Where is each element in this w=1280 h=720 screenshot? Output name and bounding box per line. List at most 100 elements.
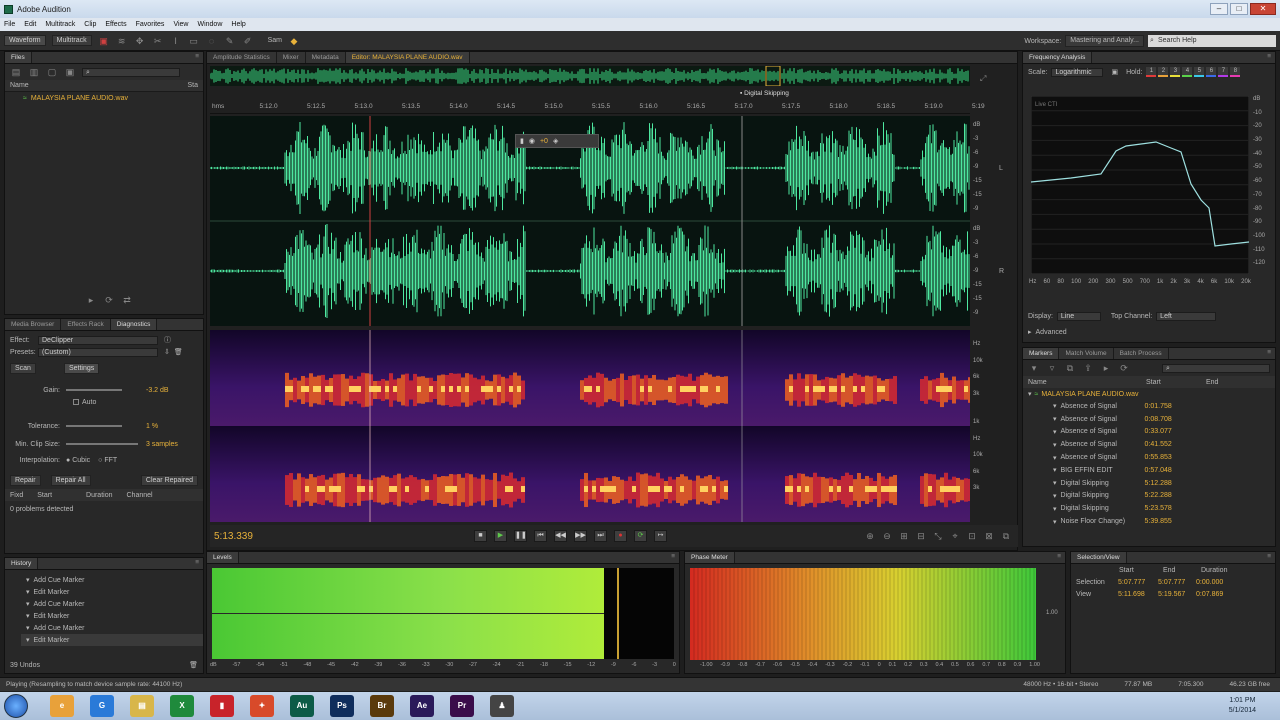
add-marker-icon[interactable]: ▾ [1028,362,1040,374]
zoom-out-time-icon[interactable]: ⊟ [915,530,927,542]
zoom-in-time-icon[interactable]: ⊞ [898,530,910,542]
skip-button[interactable]: ↦ [654,530,667,542]
repair-all-button[interactable]: Repair All [50,474,91,486]
selection-start[interactable]: 5:07.777 [1118,579,1158,586]
multitrack-view-button[interactable]: Multitrack [51,35,92,46]
cubic-radio[interactable]: ● [66,457,70,464]
taskbar-app-icon[interactable]: Ps [330,695,354,717]
zoom-full-icon[interactable]: ⤢ [980,74,986,84]
taskbar-app-icon[interactable]: Pr [450,695,474,717]
zoom-selection-icon[interactable]: ⊡ [966,530,978,542]
hud-meter-icon[interactable]: ▮ [520,137,524,145]
marquee-tool-icon[interactable]: ▭ [188,35,200,47]
import-icon[interactable]: ▥ [28,66,40,78]
history-item[interactable]: ▾ Add Cue Marker [21,598,203,610]
delete-marker-icon[interactable]: ▿ [1046,362,1058,374]
marker-flag[interactable]: ▪ Digital Skipping [740,90,789,97]
hud-pin-icon[interactable]: ◈ [553,137,558,145]
min-clip-value[interactable]: 3 samples [146,441,178,448]
scan-selection-icon[interactable]: ▣ [1111,68,1118,76]
settings-button[interactable]: Settings [63,362,100,374]
loop-button[interactable]: ⟳ [634,530,647,542]
marker-row[interactable]: ▾ Digital Skipping 5:12.288 [1023,477,1275,490]
markers-search-input[interactable]: ⌕ [1162,363,1270,373]
marker-row[interactable]: ▾ Absence of Signal 0:55.853 [1023,451,1275,464]
razor-tool-icon[interactable]: ✂ [152,35,164,47]
marker-row[interactable]: ▾ Absence of Signal 0:08.708 [1023,413,1275,426]
tab-phase-meter[interactable]: Phase Meter [685,552,735,563]
taskbar-app-icon[interactable]: X [170,695,194,717]
pause-button[interactable]: ❚❚ [514,530,527,542]
maximize-button[interactable]: □ [1230,3,1248,15]
info-icon[interactable]: ⓘ [164,335,171,345]
tab-metadata[interactable]: Metadata [306,52,346,63]
zoom-in-amplitude-icon[interactable]: ⊕ [864,530,876,542]
marker-row[interactable]: ▾ Absence of Signal 0:41.552 [1023,438,1275,451]
marker-start[interactable]: 0:57.048 [1145,467,1172,474]
tab-amplitude-statistics[interactable]: Amplitude Statistics [207,52,277,63]
history-item[interactable]: ▾ Add Cue Marker [21,574,203,586]
marker-row[interactable]: ▾ Noise Floor Change) 5:39.855 [1023,515,1275,528]
marker-row[interactable]: ▾ BIG EFFIN EDIT 0:57.048 [1023,464,1275,477]
marker-start[interactable]: 0:55.853 [1145,454,1172,461]
tab-levels[interactable]: Levels [207,552,239,563]
zoom-in-point-icon[interactable]: ⌖ [949,530,961,542]
column-duration[interactable]: Duration [86,492,112,499]
advanced-label[interactable]: Advanced [1036,329,1067,336]
top-channel-select[interactable]: Left [1156,311,1217,321]
frequency-graph[interactable]: Live CTI [1031,96,1249,274]
tab-frequency-analysis[interactable]: Frequency Analysis [1023,52,1093,63]
panel-menu-icon[interactable]: ≡ [191,52,203,63]
tab-match-volume[interactable]: Match Volume [1059,348,1114,359]
column-status[interactable]: Sta [187,82,198,89]
column-name[interactable]: Name [1028,379,1146,386]
zoom-value-icon[interactable]: ◆ [288,35,300,47]
marker-row[interactable]: ▾ Absence of Signal 0:01.758 [1023,400,1275,413]
loop-marker-icon[interactable]: ⟳ [1118,362,1130,374]
files-search-input[interactable]: ⌕ [82,67,180,77]
brush-tool-icon[interactable]: ✎ [224,35,236,47]
system-clock[interactable]: 1:01 PM 5/1/2014 [1229,696,1256,716]
marker-start[interactable]: 5:23.578 [1145,505,1172,512]
play-button[interactable]: ▶ [494,530,507,542]
tolerance-slider[interactable] [66,425,122,427]
tolerance-value[interactable]: 1 % [146,423,158,430]
selection-duration[interactable]: 0:00.000 [1196,579,1223,586]
delete-history-icon[interactable]: 🗑 [189,661,198,669]
spectral-frequency-display[interactable] [210,330,970,522]
column-name[interactable]: Name [10,82,29,89]
menu-multitrack[interactable]: Multitrack [45,21,75,28]
pitch-display-icon[interactable]: ≋ [116,35,128,47]
menu-view[interactable]: View [173,21,188,28]
channel-right-label[interactable]: R [999,268,1004,275]
tab-history[interactable]: History [5,558,39,569]
marker-row[interactable]: ▾ Digital Skipping 5:23.578 [1023,502,1275,515]
auto-checkbox[interactable] [73,399,79,405]
taskbar-app-icon[interactable]: G [90,695,114,717]
tab-diagnostics[interactable]: Diagnostics [110,319,158,330]
workspace-select[interactable]: Mastering and Analy... [1065,35,1144,47]
tab-mixer[interactable]: Mixer [277,52,306,63]
save-icon[interactable]: ▣ [64,66,76,78]
time-selection-tool-icon[interactable]: I [170,35,182,47]
menu-file[interactable]: File [4,21,15,28]
scan-button[interactable]: Scan [10,362,36,374]
menu-edit[interactable]: Edit [24,21,36,28]
taskbar-app-icon[interactable]: ▤ [130,695,154,717]
history-item[interactable]: ▾ Edit Marker [21,610,203,622]
autoplay-icon[interactable]: ⇄ [121,294,133,306]
panel-menu-icon[interactable]: ≡ [1263,348,1275,359]
hold-button[interactable]: 6 [1206,67,1217,77]
menu-help[interactable]: Help [231,21,245,28]
taskbar-app-icon[interactable]: ♟ [490,695,514,717]
start-button[interactable] [4,694,28,718]
zoom-to-selection-icon[interactable]: ⊠ [983,530,995,542]
scale-select[interactable]: Logarithmic [1051,67,1104,77]
search-help-input[interactable]: ⌕ Search Help [1148,35,1276,47]
expand-advanced-icon[interactable]: ▸ [1028,328,1032,336]
clear-repaired-button[interactable]: Clear Repaired [140,474,198,486]
record-button[interactable]: ● [614,530,627,542]
column-start[interactable]: Start [1146,379,1206,386]
view-start[interactable]: 5:11.698 [1118,591,1158,598]
min-clip-slider[interactable] [66,443,138,445]
